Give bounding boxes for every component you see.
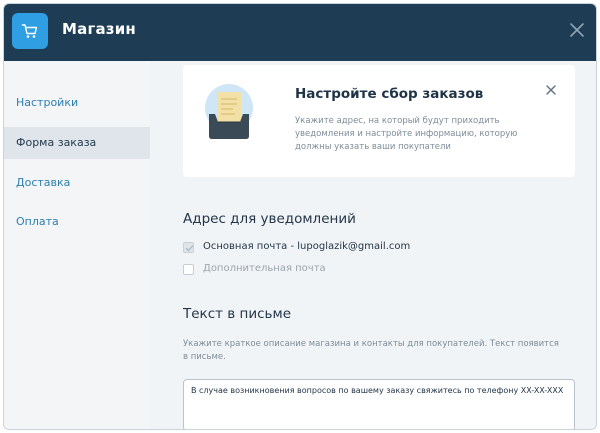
main-content: Настройте сбор заказов Укажите адрес, на…	[150, 61, 596, 429]
section-title-letter: Текст в письме	[183, 306, 291, 322]
section-title-notifications: Адрес для уведомлений	[183, 211, 356, 227]
letter-text-field[interactable]: В случае возникновения вопросов по вашем…	[183, 379, 575, 429]
sidebar-item-label: Настройки	[16, 96, 79, 109]
sidebar-item-payment[interactable]: Оплата	[4, 206, 150, 238]
letter-hint: Укажите краткое описание магазина и конт…	[183, 339, 559, 362]
mailbox-illustration-icon	[205, 84, 257, 146]
close-icon[interactable]	[545, 81, 557, 100]
app-title: Магазин	[62, 20, 136, 38]
sidebar-item-label: Доставка	[16, 176, 71, 189]
banner-title: Настройте сбор заказов	[295, 86, 484, 102]
app-header: Магазин	[4, 4, 596, 61]
sidebar: Настройки Форма заказа Доставка Оплата	[4, 61, 150, 429]
sidebar-item-order-form[interactable]: Форма заказа	[4, 127, 150, 159]
app-window: Магазин Настройки Форма заказа Доставка …	[3, 3, 597, 430]
close-icon[interactable]	[566, 19, 588, 41]
secondary-email-label: Дополнительная почта	[203, 263, 326, 274]
primary-email-checkbox[interactable]	[183, 242, 194, 253]
sidebar-item-delivery[interactable]: Доставка	[4, 167, 150, 199]
setup-banner: Настройте сбор заказов Укажите адрес, на…	[183, 65, 575, 177]
sidebar-item-settings[interactable]: Настройки	[4, 87, 150, 119]
banner-description: Укажите адрес, на который будут приходит…	[295, 116, 518, 152]
primary-email-label: Основная почта - lupoglazik@gmail.com	[203, 241, 411, 252]
sidebar-item-label: Форма заказа	[16, 136, 97, 149]
secondary-email-checkbox[interactable]	[183, 264, 194, 275]
cart-icon	[12, 13, 48, 49]
sidebar-item-label: Оплата	[16, 215, 59, 228]
check-icon	[185, 245, 194, 252]
